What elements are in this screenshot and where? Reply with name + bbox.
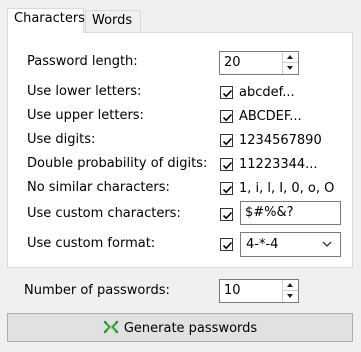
upper-letters-sample: ABCDEF... (239, 109, 302, 124)
checkmark-icon (222, 113, 233, 122)
custom-characters-label: Use custom characters: (27, 206, 181, 221)
no-similar-checkbox[interactable] (220, 182, 233, 195)
upper-letters-checkbox[interactable] (220, 110, 233, 123)
upper-letters-label: Use upper letters: (27, 108, 144, 123)
generate-button-label: Generate passwords (123, 321, 258, 336)
number-of-passwords-value: 10 (224, 283, 241, 298)
digits-sample: 1234567890 (239, 133, 322, 148)
checkmark-icon (222, 211, 233, 220)
generate-button-content: Generate passwords (8, 319, 352, 336)
tab-characters[interactable]: Characters (7, 8, 85, 33)
password-length-value: 20 (224, 55, 241, 70)
password-length-label: Password length: (27, 54, 138, 69)
double-digits-sample: 11223344... (239, 157, 318, 172)
generate-passwords-button[interactable]: Generate passwords (7, 313, 353, 342)
tab-words[interactable]: Words (85, 10, 141, 32)
no-similar-label: No similar characters: (27, 180, 170, 195)
number-of-passwords-down-button[interactable] (283, 291, 298, 302)
custom-characters-input[interactable]: $#%&? (240, 201, 341, 225)
checkmark-icon (222, 241, 233, 250)
characters-panel: Password length: 20 Use lower letters: a… (7, 32, 353, 268)
custom-format-checkbox[interactable] (220, 238, 233, 251)
password-generator-window: Characters Words Password length: 20 Use… (0, 0, 361, 352)
custom-characters-checkbox[interactable] (220, 208, 233, 221)
lower-letters-label: Use lower letters: (27, 84, 142, 99)
password-length-down-button[interactable] (283, 63, 298, 74)
custom-characters-value: $#%&? (245, 205, 294, 220)
number-of-passwords-spin-buttons (282, 280, 298, 302)
checkmark-icon (222, 185, 233, 194)
chevron-down-icon (322, 241, 332, 247)
custom-format-label: Use custom format: (27, 236, 156, 251)
password-length-up-button[interactable] (283, 52, 298, 63)
number-of-passwords-label: Number of passwords: (24, 283, 170, 298)
checkmark-icon (222, 89, 233, 98)
lower-letters-checkbox[interactable] (220, 86, 233, 99)
checkmark-icon (222, 161, 233, 170)
generate-icon (103, 320, 119, 334)
arrow-down-icon (287, 294, 293, 298)
no-similar-sample: 1, i, l, I, 0, o, O (239, 181, 335, 196)
digits-checkbox[interactable] (220, 134, 233, 147)
double-digits-checkbox[interactable] (220, 158, 233, 171)
digits-label: Use digits: (27, 132, 96, 147)
double-digits-label: Double probability of digits: (27, 156, 208, 171)
number-of-passwords-spinbox[interactable]: 10 (219, 279, 299, 303)
password-length-spinbox[interactable]: 20 (219, 51, 299, 75)
number-of-passwords-up-button[interactable] (283, 280, 298, 291)
custom-format-value: 4-*-4 (246, 237, 279, 252)
arrow-down-icon (287, 66, 293, 70)
arrow-up-icon (287, 283, 293, 287)
checkmark-icon (222, 137, 233, 146)
lower-letters-sample: abcdef... (239, 85, 295, 100)
arrow-up-icon (287, 55, 293, 59)
custom-format-select[interactable]: 4-*-4 (240, 232, 341, 257)
password-length-spin-buttons (282, 52, 298, 74)
